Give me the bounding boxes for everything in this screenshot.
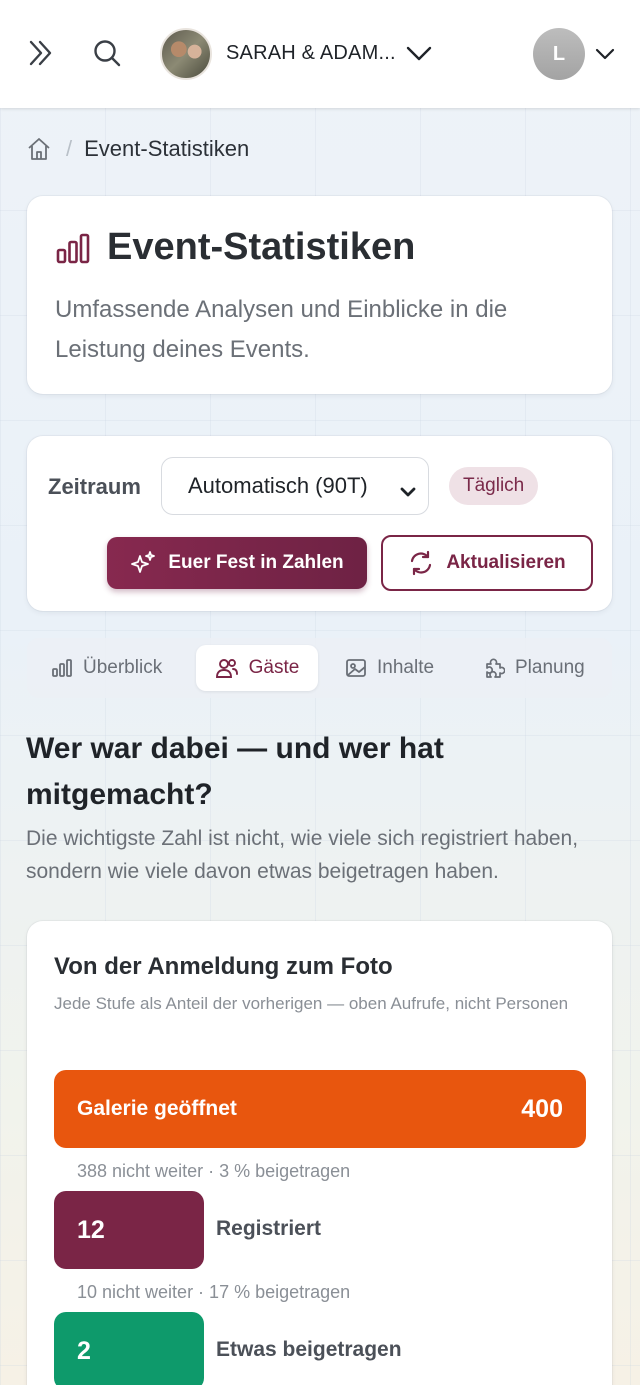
- puzzle-icon: [483, 657, 505, 679]
- tab-overview-label: Überblick: [83, 657, 163, 678]
- expand-sidebar-icon[interactable]: [24, 34, 58, 72]
- period-select-value: Automatisch (90T): [188, 473, 368, 498]
- refresh-button[interactable]: Aktualisieren: [381, 535, 593, 591]
- funnel-step-label: Etwas beigetragen: [216, 1338, 402, 1361]
- funnel-step-value: 12: [77, 1215, 105, 1244]
- event-in-numbers-button[interactable]: Euer Fest in Zahlen: [107, 537, 367, 589]
- tab-guests-label: Gäste: [248, 657, 300, 678]
- controls-card: Zeitraum Automatisch (90T) Täglich Euer …: [27, 436, 612, 611]
- page-subtitle: Umfassende Analysen und Einblicke in die…: [55, 296, 508, 363]
- image-icon: [345, 658, 367, 678]
- period-select[interactable]: Automatisch (90T): [161, 457, 429, 515]
- section-title: Wer war dabei — und wer hat mitgemacht?: [26, 732, 444, 811]
- search-icon[interactable]: [90, 36, 124, 70]
- funnel-title: Von der Anmeldung zum Foto: [54, 953, 393, 980]
- funnel-step-registered: 12: [54, 1191, 204, 1269]
- event-avatar[interactable]: [160, 28, 212, 80]
- event-name[interactable]: SARAH & ADAM...: [226, 42, 396, 65]
- tab-content[interactable]: Inhalte: [345, 645, 434, 691]
- breadcrumb: / Event-Statistiken: [26, 136, 249, 162]
- breadcrumb-separator: /: [66, 136, 73, 161]
- breadcrumb-current: Event-Statistiken: [84, 136, 250, 161]
- page-title: Event-Statistiken: [107, 226, 416, 268]
- home-icon[interactable]: [26, 136, 52, 162]
- funnel-card: Von der Anmeldung zum Foto Jede Stufe al…: [27, 921, 612, 1385]
- period-label: Zeitraum: [48, 474, 141, 499]
- event-switcher-chevron-down-icon[interactable]: [402, 38, 436, 70]
- users-icon: [215, 657, 239, 679]
- funnel-dropoff-text: 10 nicht weiter · 17 % beigetragen: [77, 1282, 351, 1302]
- event-in-numbers-label: Euer Fest in Zahlen: [168, 552, 344, 573]
- tab-planning[interactable]: Planung: [483, 645, 585, 691]
- funnel-dropoff-text: 388 nicht weiter · 3 % beigetragen: [77, 1161, 351, 1181]
- tab-overview[interactable]: Überblick: [51, 645, 162, 691]
- funnel-step-contributed: 2: [54, 1312, 204, 1385]
- funnel-step-label: Registriert: [216, 1217, 322, 1240]
- tab-content-label: Inhalte: [377, 657, 435, 678]
- funnel-step-value: 400: [521, 1094, 563, 1123]
- interval-badge: Täglich: [449, 467, 539, 505]
- tab-guests[interactable]: Gäste: [196, 645, 318, 691]
- tab-planning-label: Planung: [515, 657, 585, 678]
- refresh-icon: [408, 550, 434, 576]
- section-subtitle: Die wichtigste Zahl ist nicht, wie viele…: [26, 827, 579, 883]
- bar-chart-icon: [51, 658, 73, 678]
- top-bar: SARAH & ADAM... L: [0, 0, 640, 108]
- stats-tabs: Überblick Gäste Inhalte Planung: [27, 638, 612, 698]
- chevron-down-icon: [400, 478, 416, 504]
- bar-chart-icon: [55, 232, 91, 264]
- funnel-step-value: 2: [77, 1336, 91, 1365]
- refresh-label: Aktualisieren: [446, 552, 566, 573]
- page-header-card: Event-Statistiken Umfassende Analysen un…: [27, 196, 612, 394]
- funnel-step-gallery-opened: Galerie geöffnet 400: [54, 1070, 586, 1148]
- funnel-step-label: Galerie geöffnet: [77, 1097, 237, 1120]
- user-avatar[interactable]: L: [533, 28, 585, 80]
- sparkles-icon: [130, 550, 156, 576]
- user-menu-chevron-down-icon[interactable]: [592, 42, 618, 66]
- funnel-subtitle: Jede Stufe als Anteil der vorherigen — o…: [54, 994, 569, 1013]
